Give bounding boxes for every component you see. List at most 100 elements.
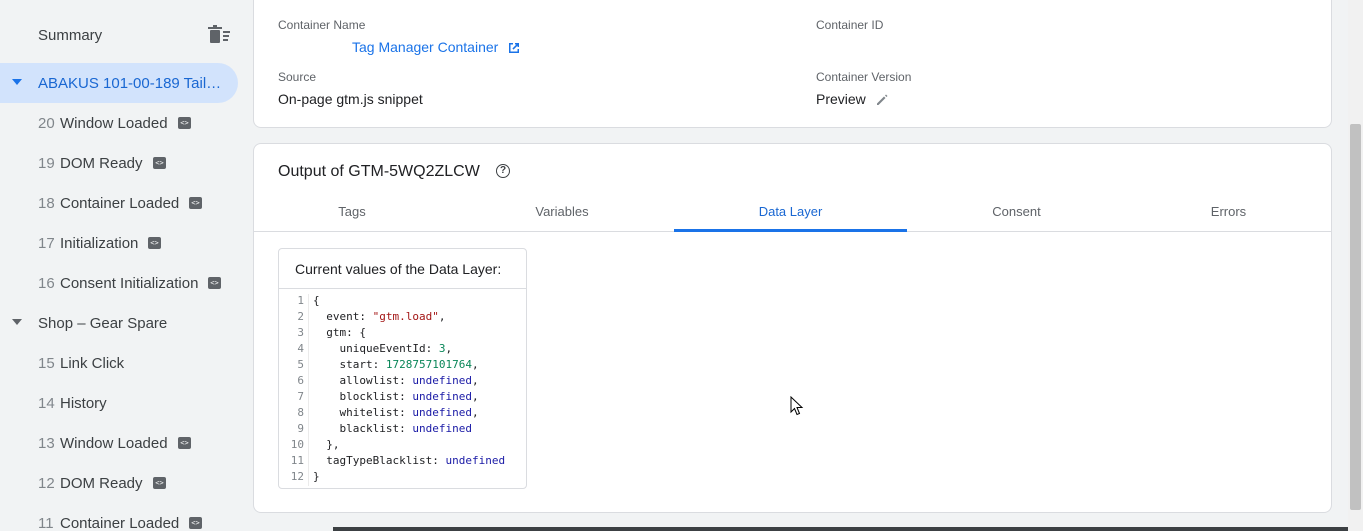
code-token: { bbox=[313, 294, 320, 307]
event-group-label: ABAKUS 101-00-189 Tailga... bbox=[38, 75, 228, 92]
code-token: undefined bbox=[412, 374, 472, 387]
tab-tags[interactable]: Tags bbox=[254, 196, 450, 232]
mouse-cursor-icon bbox=[790, 396, 804, 416]
container-version-value: Preview bbox=[816, 91, 866, 107]
event-label: Container Loaded bbox=[60, 515, 180, 531]
event-number: 11 bbox=[38, 515, 54, 531]
code-icon: <> bbox=[178, 117, 191, 129]
container-name-link[interactable]: Tag Manager Container bbox=[352, 39, 498, 55]
code-token: blocklist: bbox=[339, 390, 413, 403]
scrollbar[interactable] bbox=[1348, 0, 1363, 531]
code-token: undefined bbox=[412, 406, 472, 419]
code-token: tagTypeBlacklist: bbox=[326, 454, 446, 467]
line-number: 12 bbox=[290, 470, 304, 483]
expand-caret-icon[interactable] bbox=[12, 319, 22, 325]
scrollbar-thumb[interactable] bbox=[1350, 124, 1361, 510]
event-item[interactable]: 14 History bbox=[0, 383, 246, 423]
event-label: Link Click bbox=[60, 355, 125, 372]
event-item[interactable]: 12 DOM Ready <> bbox=[0, 463, 246, 503]
tab-data-layer[interactable]: Data Layer bbox=[674, 196, 907, 232]
event-label: Window Loaded bbox=[60, 115, 168, 132]
event-group-1[interactable]: Shop – Gear Spare bbox=[0, 303, 246, 343]
event-label: Initialization bbox=[60, 235, 139, 252]
bottom-bar bbox=[333, 527, 1348, 531]
clear-messages-icon[interactable] bbox=[207, 25, 231, 45]
event-item[interactable]: 16 Consent Initialization <> bbox=[0, 263, 246, 303]
tab-variables[interactable]: Variables bbox=[450, 196, 674, 232]
event-item[interactable]: 11 Container Loaded <> bbox=[0, 503, 246, 531]
code-token: undefined bbox=[412, 390, 472, 403]
source-value: On-page gtm.js snippet bbox=[278, 91, 423, 107]
event-group-label: Shop – Gear Spare bbox=[38, 315, 168, 332]
code-text: start: 1728757101764, bbox=[313, 358, 479, 371]
line-number: 10 bbox=[290, 438, 304, 451]
code-text: blacklist: undefined bbox=[313, 422, 472, 435]
event-number: 16 bbox=[38, 275, 55, 292]
code-text: gtm: { bbox=[313, 326, 366, 339]
data-layer-title: Current values of the Data Layer: bbox=[295, 261, 502, 277]
divider bbox=[279, 288, 526, 289]
container-id-label: Container ID bbox=[816, 18, 884, 32]
output-card: Output of GTM-5WQ2ZLCW ? Tags Variables … bbox=[253, 143, 1332, 513]
code-token: , bbox=[471, 406, 479, 419]
code-token: , bbox=[438, 310, 446, 323]
summary-row[interactable]: Summary bbox=[0, 14, 246, 56]
event-number: 14 bbox=[38, 395, 55, 412]
code-token: gtm: { bbox=[326, 326, 366, 339]
code-token: start: bbox=[339, 358, 386, 371]
event-item[interactable]: 15 Link Click bbox=[0, 343, 246, 383]
code-token: , bbox=[471, 374, 479, 387]
code-icon: <> bbox=[178, 437, 191, 449]
line-number: 9 bbox=[297, 422, 304, 435]
tab-errors[interactable]: Errors bbox=[1126, 196, 1331, 232]
event-number: 19 bbox=[38, 155, 55, 172]
event-item[interactable]: 13 Window Loaded <> bbox=[0, 423, 246, 463]
code-token: 1728757101764 bbox=[385, 358, 472, 371]
event-number: 17 bbox=[38, 235, 55, 252]
line-number: 11 bbox=[290, 454, 304, 467]
event-number: 15 bbox=[38, 355, 55, 372]
event-item[interactable]: 20 Window Loaded <> bbox=[0, 103, 246, 143]
code-icon: <> bbox=[189, 197, 202, 209]
line-number: 6 bbox=[297, 374, 304, 387]
event-group-0[interactable]: ABAKUS 101-00-189 Tailga... bbox=[0, 63, 238, 103]
code-text: tagTypeBlacklist: undefined bbox=[313, 454, 505, 467]
open-in-new-icon[interactable] bbox=[507, 41, 521, 55]
container-version-label: Container Version bbox=[816, 70, 912, 84]
help-icon[interactable]: ? bbox=[496, 164, 510, 178]
tab-consent[interactable]: Consent bbox=[907, 196, 1126, 232]
line-number: 7 bbox=[297, 390, 304, 403]
event-label: Consent Initialization bbox=[60, 275, 199, 292]
event-label: DOM Ready bbox=[60, 475, 143, 492]
code-text: } bbox=[313, 470, 320, 483]
expand-caret-icon[interactable] bbox=[12, 79, 22, 85]
event-number: 18 bbox=[38, 195, 55, 212]
code-text: whitelist: undefined, bbox=[313, 406, 479, 419]
code-token: blacklist: bbox=[339, 422, 413, 435]
event-label: DOM Ready bbox=[60, 155, 143, 172]
container-name-label: Container Name bbox=[278, 18, 366, 32]
code-icon: <> bbox=[208, 277, 221, 289]
code-icon: <> bbox=[189, 517, 202, 529]
event-number: 20 bbox=[38, 115, 55, 132]
event-item[interactable]: 18 Container Loaded <> bbox=[0, 183, 246, 223]
event-number: 12 bbox=[38, 475, 55, 492]
code-token: , bbox=[471, 358, 479, 371]
event-item[interactable]: 19 DOM Ready <> bbox=[0, 143, 246, 183]
code-token: } bbox=[313, 470, 320, 483]
code-token: , bbox=[471, 390, 479, 403]
edit-icon[interactable] bbox=[875, 93, 889, 107]
event-item[interactable]: 17 Initialization <> bbox=[0, 223, 246, 263]
container-info-card: Container Name Tag Manager Container Con… bbox=[253, 0, 1332, 128]
output-tabs: Tags Variables Data Layer Consent Errors bbox=[254, 196, 1331, 232]
event-label: Window Loaded bbox=[60, 435, 168, 452]
code-icon: <> bbox=[153, 157, 166, 169]
